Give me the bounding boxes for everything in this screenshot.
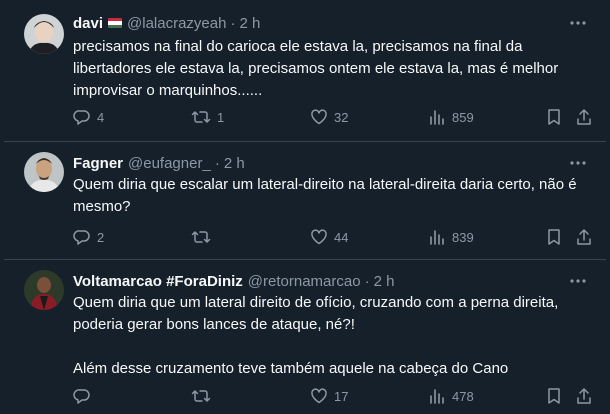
action-bar: 17 478 — [73, 386, 593, 406]
bookmark-button[interactable] — [545, 386, 563, 406]
analytics-icon — [430, 389, 444, 404]
view-count: 859 — [452, 109, 474, 125]
view-count: 839 — [452, 229, 474, 245]
like-count: 17 — [334, 388, 349, 404]
tweet-header: davi @lalacrazyeah · 2 h — [73, 13, 260, 33]
separator-dot: · — [214, 154, 220, 172]
retweet-icon — [191, 111, 211, 123]
avatar[interactable] — [24, 270, 64, 310]
bookmark-icon — [548, 388, 560, 404]
tweet-text: precisamos na final do carioca ele estav… — [73, 38, 559, 99]
reply-button[interactable] — [73, 386, 97, 406]
retweet-icon — [191, 231, 211, 243]
more-options-button[interactable] — [568, 271, 588, 291]
reply-button[interactable]: 4 — [73, 107, 104, 127]
like-button[interactable]: 17 — [310, 386, 348, 406]
views-button[interactable]: 478 — [428, 386, 474, 406]
share-button[interactable] — [575, 386, 593, 406]
more-options-button[interactable] — [568, 13, 588, 33]
bookmark-button[interactable] — [545, 107, 563, 127]
reply-icon — [73, 389, 90, 404]
user-handle[interactable]: @retornamarcao — [248, 273, 361, 290]
tweet[interactable]: Voltamarcao #ForaDiniz @retornamarcao · … — [4, 260, 606, 414]
separator-dot: · — [230, 14, 236, 32]
display-name[interactable]: Fagner — [73, 155, 123, 172]
like-count: 44 — [334, 229, 349, 245]
user-handle[interactable]: @lalacrazyeah — [127, 15, 226, 32]
timestamp[interactable]: 2 h — [239, 15, 260, 32]
display-name[interactable]: Voltamarcao #ForaDiniz — [73, 273, 243, 290]
action-bar: 2 44 839 — [73, 227, 593, 247]
heart-icon — [311, 388, 327, 404]
retweet-button[interactable]: 1 — [191, 107, 224, 127]
retweet-count: 1 — [217, 109, 225, 125]
share-icon — [577, 229, 591, 245]
retweet-icon — [191, 390, 211, 402]
display-name[interactable]: davi — [73, 15, 103, 32]
analytics-icon — [430, 230, 444, 245]
share-button[interactable] — [575, 107, 593, 127]
reply-count: 4 — [97, 109, 105, 125]
tweet-text: Quem diria que escalar um lateral-direit… — [73, 176, 577, 215]
retweet-button[interactable] — [191, 227, 217, 247]
timestamp[interactable]: 2 h — [224, 155, 245, 172]
more-options-button[interactable] — [568, 153, 588, 173]
action-bar: 4 1 32 859 — [73, 107, 593, 127]
tweet-text: Quem diria que um lateral direito de ofí… — [73, 294, 559, 377]
separator-dot: · — [364, 272, 370, 290]
bookmark-icon — [548, 229, 560, 245]
more-icon — [570, 21, 586, 25]
heart-icon — [311, 229, 327, 245]
like-count: 32 — [334, 109, 349, 125]
reply-icon — [73, 230, 90, 245]
timestamp[interactable]: 2 h — [374, 273, 395, 290]
more-icon — [570, 279, 586, 283]
tweet[interactable]: davi @lalacrazyeah · 2 h precisamos na f… — [4, 0, 606, 142]
more-icon — [570, 161, 586, 165]
reply-button[interactable]: 2 — [73, 227, 104, 247]
heart-icon — [311, 109, 327, 125]
tweet-feed: davi @lalacrazyeah · 2 h precisamos na f… — [4, 0, 606, 414]
bookmark-icon — [548, 109, 560, 125]
like-button[interactable]: 32 — [310, 107, 348, 127]
reply-icon — [73, 110, 90, 125]
tweet-header: Fagner @eufagner_ · 2 h — [73, 153, 245, 173]
analytics-icon — [430, 110, 444, 125]
views-button[interactable]: 839 — [428, 227, 474, 247]
user-handle[interactable]: @eufagner_ — [128, 155, 211, 172]
share-icon — [577, 388, 591, 404]
share-button[interactable] — [575, 227, 593, 247]
share-icon — [577, 109, 591, 125]
bookmark-button[interactable] — [545, 227, 563, 247]
hungary-flag-icon — [108, 18, 123, 28]
views-button[interactable]: 859 — [428, 107, 474, 127]
avatar[interactable] — [24, 14, 64, 54]
like-button[interactable]: 44 — [310, 227, 348, 247]
tweet[interactable]: Fagner @eufagner_ · 2 h Quem diria que e… — [4, 142, 606, 260]
view-count: 478 — [452, 388, 474, 404]
reply-count: 2 — [97, 229, 105, 245]
tweet-header: Voltamarcao #ForaDiniz @retornamarcao · … — [73, 271, 394, 291]
retweet-button[interactable] — [191, 386, 217, 406]
avatar[interactable] — [24, 152, 64, 192]
